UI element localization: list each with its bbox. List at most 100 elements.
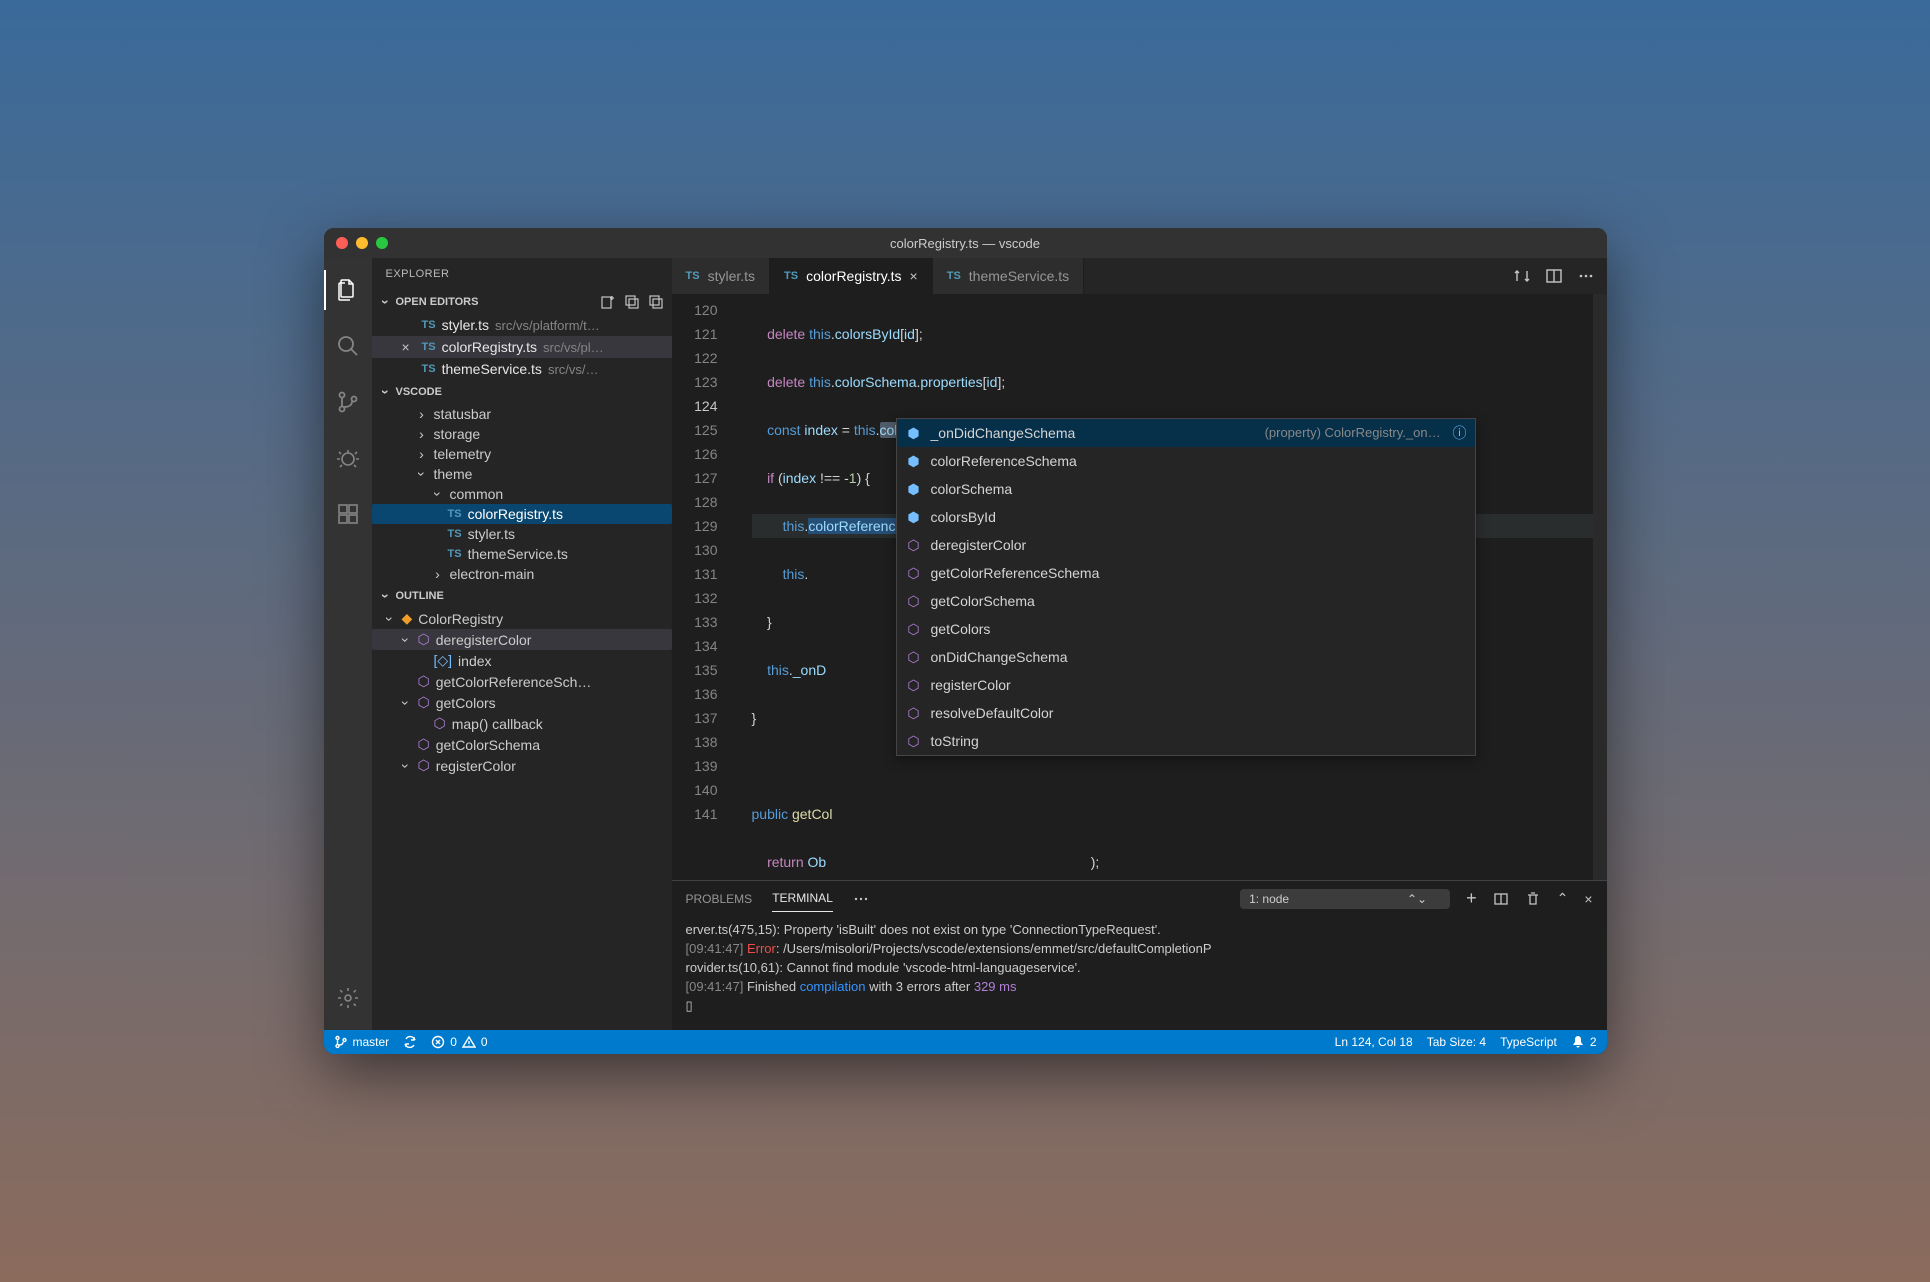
outline-label: OUTLINE [396,590,444,602]
open-editors-header[interactable]: OPEN EDITORS [372,290,672,314]
outline-item[interactable]: ⬡getColorSchema [372,734,672,755]
suggest-label: colorSchema [931,477,1013,501]
suggest-item[interactable]: ⬡toString [897,727,1475,755]
symbol-kind-icon: ⬡ [905,533,923,557]
new-terminal-button[interactable]: + [1466,888,1477,909]
suggest-item[interactable]: ⬡deregisterColor [897,531,1475,559]
outline-item[interactable]: [◇]index [372,650,672,671]
terminal-selector[interactable]: 1: node ⌃⌄ [1240,889,1450,909]
notification-count: 2 [1590,1035,1597,1049]
suggest-item[interactable]: ⬢ colorSchema [897,475,1475,503]
symbol-kind-icon: ⬡ [905,673,923,697]
tree-item[interactable]: electron-main [372,564,672,584]
suggest-item[interactable]: ⬡resolveDefaultColor [897,699,1475,727]
tree-item[interactable]: TScolorRegistry.ts [372,504,672,524]
more-icon[interactable] [1577,267,1595,285]
activity-extensions[interactable] [324,490,372,538]
outline-item[interactable]: ⬡getColorReferenceSch… [372,671,672,692]
symbol-kind-icon: ⬡ [905,561,923,585]
open-editor-item[interactable]: × TS styler.ts src/vs/platform/t… [372,314,672,336]
status-cursor[interactable]: Ln 124, Col 18 [1335,1035,1413,1049]
suggest-item[interactable]: ⬢colorsById [897,503,1475,531]
status-branch[interactable]: master [334,1035,390,1049]
outline-label: ColorRegistry [418,611,503,627]
status-sync[interactable] [403,1035,417,1049]
split-editor-icon[interactable] [1545,267,1563,285]
outline-item[interactable]: ⬡getColors [372,692,672,713]
suggest-item[interactable]: ⬢_onDidChangeSchema(property) ColorRegis… [897,419,1475,447]
minimap[interactable] [1593,294,1607,880]
tree-item[interactable]: TSthemeService.ts [372,544,672,564]
outline-item[interactable]: ⬡deregisterColor [372,629,672,650]
close-window-button[interactable] [336,237,348,249]
suggest-item[interactable]: ⬡getColors [897,615,1475,643]
file-path: src/vs/platform/t… [495,318,600,333]
outline-item[interactable]: ⬡map() callback [372,713,672,734]
panel-tabs: PROBLEMS TERMINAL 1: node ⌃⌄ + ⌃ × [672,881,1607,916]
activity-debug[interactable] [324,434,372,482]
chevron-up-icon[interactable]: ⌃ [1557,890,1569,907]
typescript-icon: TS [784,270,798,282]
sync-icon [403,1035,417,1049]
symbol-kind-icon: ⬢ [905,477,923,501]
tab-label: colorRegistry.ts [806,268,901,284]
tree-item[interactable]: statusbar [372,404,672,424]
status-tabsize[interactable]: Tab Size: 4 [1427,1035,1486,1049]
save-all-icon[interactable] [624,294,640,310]
chevron-down-icon [380,384,392,400]
tree-item[interactable]: telemetry [372,444,672,464]
open-editor-item[interactable]: × TS themeService.ts src/vs/… [372,358,672,380]
status-language[interactable]: TypeScript [1500,1035,1557,1049]
activity-search[interactable] [324,322,372,370]
suggest-widget[interactable]: ⬢_onDidChangeSchema(property) ColorRegis… [896,418,1476,756]
close-panel-icon[interactable]: × [1584,891,1592,907]
code-content[interactable]: delete this.colorsById[id]; delete this.… [732,294,1607,880]
new-file-icon[interactable] [600,294,616,310]
typescript-icon: TS [947,270,961,282]
close-all-icon[interactable] [648,294,664,310]
symbol-kind-icon: ⬢ [905,449,923,473]
status-problems[interactable]: 0 0 [431,1035,487,1049]
minimize-window-button[interactable] [356,237,368,249]
status-notifications[interactable]: 2 [1571,1035,1597,1049]
suggest-item[interactable]: ⬡getColorReferenceSchema [897,559,1475,587]
info-icon[interactable]: ⓘ [1449,421,1467,445]
editor-group: TS styler.ts TS colorRegistry.ts × TS th… [672,258,1607,1030]
chevron-icon [416,406,428,422]
split-terminal-icon[interactable] [1493,891,1509,907]
compare-icon[interactable] [1513,267,1531,285]
outline-item[interactable]: ◆ColorRegistry [372,608,672,629]
outline-label: getColorReferenceSch… [436,674,592,690]
tree-label: theme [434,466,473,482]
outline-item[interactable]: ⬡registerColor [372,755,672,776]
editor-tab[interactable]: TS colorRegistry.ts × [770,258,933,294]
suggest-item[interactable]: ⬡registerColor [897,671,1475,699]
activity-scm[interactable] [324,378,372,426]
outline-header[interactable]: OUTLINE [372,584,672,608]
activity-settings[interactable] [324,974,372,1022]
source-control-icon [336,390,360,414]
panel-tab-terminal[interactable]: TERMINAL [772,885,833,912]
tree-item[interactable]: TSstyler.ts [372,524,672,544]
symbol-kind-icon: ⬡ [905,645,923,669]
tree-item[interactable]: storage [372,424,672,444]
trash-icon[interactable] [1525,891,1541,907]
open-editor-item[interactable]: × TS colorRegistry.ts src/vs/pl… [372,336,672,358]
tree-item[interactable]: theme [372,464,672,484]
editor-tab[interactable]: TS themeService.ts [933,258,1084,294]
suggest-item[interactable]: ⬡getColorSchema [897,587,1475,615]
close-icon[interactable]: × [402,339,416,355]
terminal-output[interactable]: erver.ts(475,15): Property 'isBuilt' doe… [672,916,1607,1030]
close-icon[interactable]: × [910,268,918,284]
editor-tab[interactable]: TS styler.ts [672,258,771,294]
activity-explorer[interactable] [324,266,372,314]
maximize-window-button[interactable] [376,237,388,249]
workspace-header[interactable]: VSCODE [372,380,672,404]
code-editor[interactable]: 1201211221231241251261271281291301311321… [672,294,1607,880]
method-icon: ⬡ [434,715,446,732]
more-icon[interactable] [853,891,869,907]
tree-item[interactable]: common [372,484,672,504]
panel-tab-problems[interactable]: PROBLEMS [686,886,753,912]
suggest-item[interactable]: ⬡onDidChangeSchema [897,643,1475,671]
suggest-item[interactable]: ⬢colorReferenceSchema [897,447,1475,475]
